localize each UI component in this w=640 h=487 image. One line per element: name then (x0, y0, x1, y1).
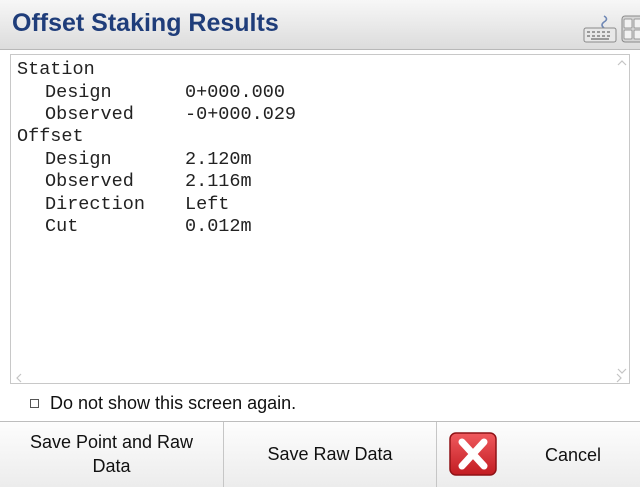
button-bar: Save Point and Raw Data Save Raw Data Ca… (0, 421, 640, 487)
scroll-right-icon[interactable] (615, 373, 623, 383)
direction-label: Direction (45, 194, 145, 215)
offset-design-label: Design (45, 149, 112, 170)
scroll-up-icon[interactable] (617, 59, 627, 67)
offset-observed-label: Observed (45, 171, 134, 192)
station-observed-value: -0+000.029 (185, 104, 297, 125)
keyboard-icon[interactable] (582, 14, 618, 44)
cancel-label: Cancel (545, 445, 602, 465)
save-raw-data-label: Save Raw Data (267, 443, 393, 464)
cancel-button[interactable]: Cancel (437, 422, 640, 487)
station-design-value: 0+000.000 (185, 82, 285, 103)
offset-observed-value: 2.116m (185, 171, 252, 192)
direction-value: Left (185, 194, 230, 215)
offset-design-value: 2.120m (185, 149, 252, 170)
title-bar: Offset Staking Results (0, 0, 640, 50)
red-x-icon (449, 432, 497, 476)
save-raw-data-button[interactable]: Save Raw Data (224, 422, 437, 487)
results-panel[interactable]: Station Design 0+000.000 Observed -0+000… (10, 54, 630, 384)
offset-heading: Offset (17, 126, 84, 147)
station-design-label: Design (45, 82, 112, 103)
station-observed-label: Observed (45, 104, 134, 125)
save-point-and-raw-data-button[interactable]: Save Point and Raw Data (0, 422, 224, 487)
dont-show-label: Do not show this screen again. (50, 392, 297, 413)
cut-label: Cut (45, 216, 79, 237)
calculator-icon[interactable] (620, 12, 640, 44)
dont-show-checkbox[interactable] (30, 398, 39, 408)
save-point-and-raw-data-label: Save Point and Raw Data (29, 432, 194, 476)
cut-value: 0.012m (185, 216, 252, 237)
scroll-left-icon[interactable] (15, 373, 23, 383)
station-heading: Station (17, 59, 95, 80)
page-title: Offset Staking Results (12, 9, 279, 37)
dont-show-option[interactable]: Do not show this screen again. (30, 392, 296, 414)
